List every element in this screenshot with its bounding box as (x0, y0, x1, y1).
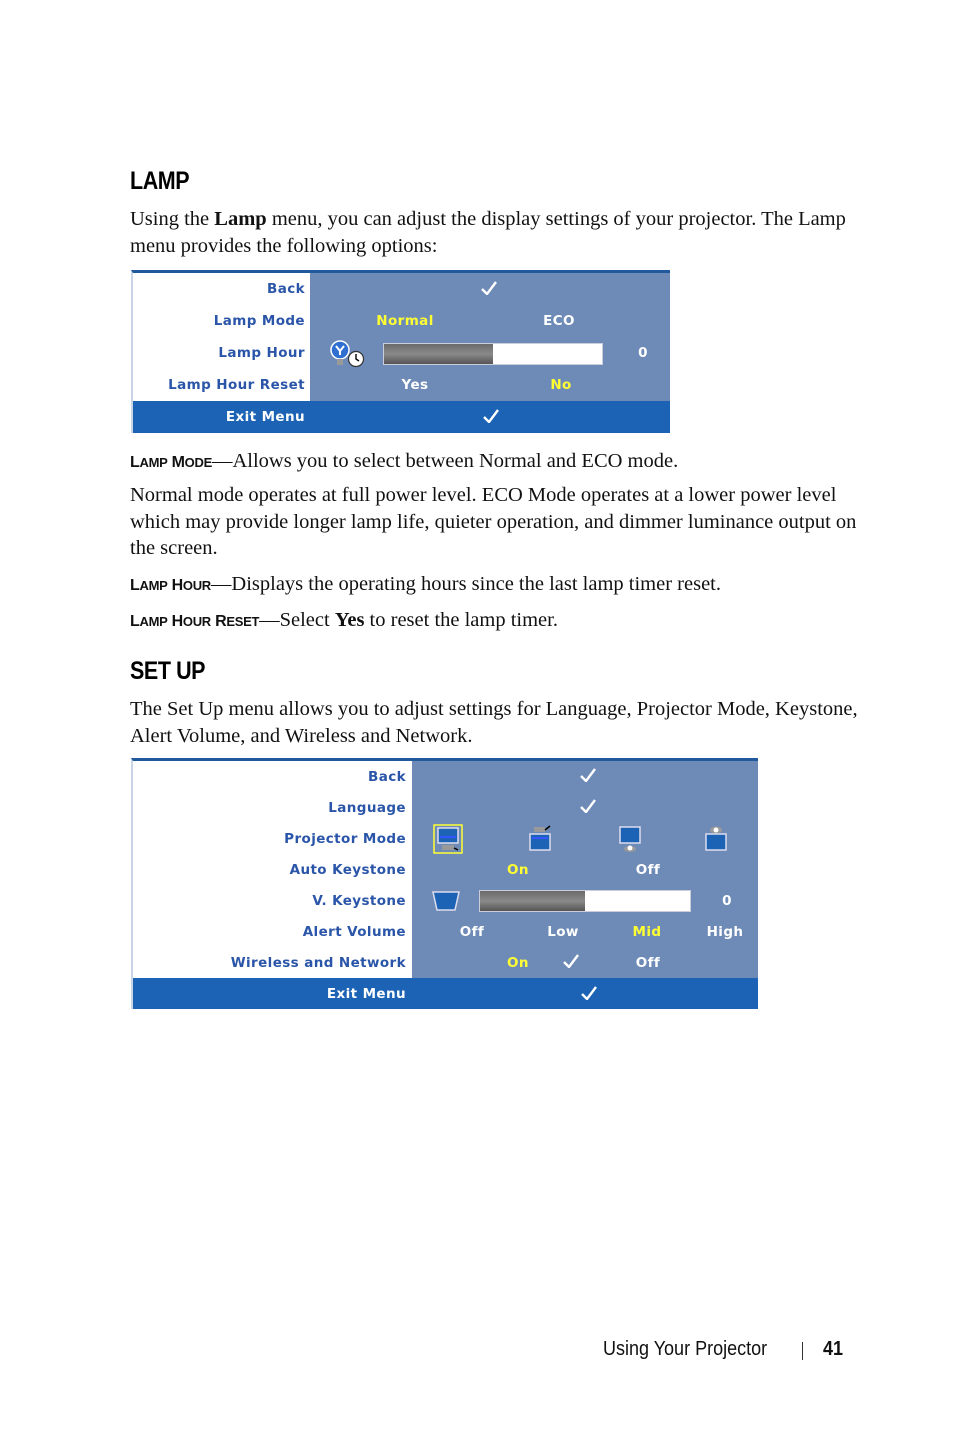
osd-exit-row[interactable]: Exit Menu (133, 401, 670, 433)
osd-label: Lamp Mode (213, 313, 305, 329)
osd-label: Back (267, 281, 305, 297)
option-on[interactable]: On (507, 862, 529, 878)
osd-label: Alert Volume (302, 923, 406, 940)
option-mid[interactable]: Mid (633, 924, 662, 940)
setup-intro: The Set Up menu allows you to adjust set… (130, 698, 858, 747)
page-number: 41 (823, 1338, 844, 1360)
osd-row-auto-keystone[interactable]: Auto Keystone On Off (133, 854, 758, 885)
osd-label: V. Keystone (312, 892, 406, 909)
check-icon (580, 799, 596, 813)
option-high[interactable]: High (707, 924, 744, 940)
lamp-hour-fill (384, 344, 493, 364)
osd-row-lamp-hour-reset[interactable]: Lamp Hour Reset Yes No (133, 369, 670, 401)
osd-label: Lamp Hour (218, 345, 305, 361)
lamp-hour-value: 0 (638, 345, 648, 361)
osd-row-alert-volume[interactable]: Alert Volume Off Low Mid High (133, 916, 758, 947)
option-on[interactable]: On (507, 955, 529, 971)
intro-text: Using the (130, 208, 215, 230)
osd-row-language[interactable]: Language (133, 792, 758, 823)
check-icon (581, 986, 597, 1000)
term: LAMP HOUR RESET (130, 613, 260, 630)
footer-section-title: Using Your Projector (603, 1338, 768, 1360)
check-icon (483, 409, 499, 423)
lamp-clock-icon (330, 340, 365, 368)
setup-heading: SET UP (130, 657, 206, 685)
osd-row-v-keystone: V. Keystone 0 (133, 885, 758, 916)
option-normal[interactable]: Normal (376, 313, 433, 329)
front-projection-ceiling-icon[interactable] (525, 824, 555, 854)
lamp-osd-menu: Back Lamp Mode Normal ECO Lamp Hour 0 La… (131, 270, 670, 433)
exit-menu-label: Exit Menu (326, 986, 406, 1002)
option-eco[interactable]: ECO (543, 313, 575, 329)
osd-label: Wireless and Network (230, 954, 406, 971)
v-keystone-fill (480, 891, 585, 911)
osd-row-back[interactable]: Back (133, 761, 758, 792)
option-off[interactable]: Off (636, 862, 660, 878)
osd-label: Auto Keystone (289, 861, 406, 878)
v-keystone-slider[interactable] (479, 890, 691, 912)
exit-menu-label: Exit Menu (225, 409, 305, 425)
lamp-intro: Using the Lamp menu, you can adjust the … (130, 206, 870, 259)
front-projection-desktop-icon[interactable] (433, 824, 463, 854)
lamp-heading: LAMP (130, 167, 190, 195)
osd-label: Language (328, 799, 406, 816)
osd-label: Projector Mode (284, 830, 406, 847)
option-off[interactable]: Off (460, 924, 484, 940)
rear-projection-ceiling-icon[interactable] (701, 824, 731, 854)
setup-osd-menu: Back Language Projector Mode Auto Keysto… (131, 758, 758, 1009)
option-off[interactable]: Off (636, 955, 660, 971)
option-yes[interactable]: Yes (402, 377, 429, 393)
osd-label: Lamp Hour Reset (168, 377, 305, 393)
osd-exit-row[interactable]: Exit Menu (133, 978, 758, 1009)
lamp-mode-description: LAMP MODE—Allows you to select between N… (130, 448, 870, 477)
osd-row-wireless-network[interactable]: Wireless and Network On Off (133, 947, 758, 978)
osd-row-projector-mode[interactable]: Projector Mode (133, 823, 758, 854)
osd-row-lamp-hour: Lamp Hour 0 (133, 337, 670, 369)
lamp-hour-description: LAMP HOUR—Displays the operating hours s… (130, 571, 870, 600)
osd-row-lamp-mode[interactable]: Lamp Mode Normal ECO (133, 305, 670, 337)
keystone-trapezoid-icon (432, 891, 460, 911)
check-icon (481, 281, 497, 295)
footer-divider (802, 1342, 803, 1360)
check-icon[interactable] (562, 954, 580, 968)
lamp-hour-progress (383, 343, 603, 365)
normal-mode-paragraph: Normal mode operates at full power level… (130, 484, 857, 559)
desc: —Displays the operating hours since the … (210, 573, 722, 595)
option-no[interactable]: No (550, 377, 571, 393)
check-icon (580, 768, 596, 782)
term: LAMP MODE (130, 454, 212, 471)
desc: —Allows you to select between Normal and… (211, 450, 679, 472)
osd-label: Back (368, 768, 406, 785)
term: LAMP HOUR (130, 577, 211, 594)
v-keystone-value: 0 (722, 892, 732, 909)
intro-bold: Lamp (214, 208, 267, 230)
rear-projection-desktop-icon[interactable] (615, 824, 645, 854)
option-low[interactable]: Low (547, 924, 579, 940)
lamp-hour-reset-description: LAMP HOUR RESET—Select Yes to reset the … (130, 609, 558, 631)
osd-row-back[interactable]: Back (133, 273, 670, 305)
